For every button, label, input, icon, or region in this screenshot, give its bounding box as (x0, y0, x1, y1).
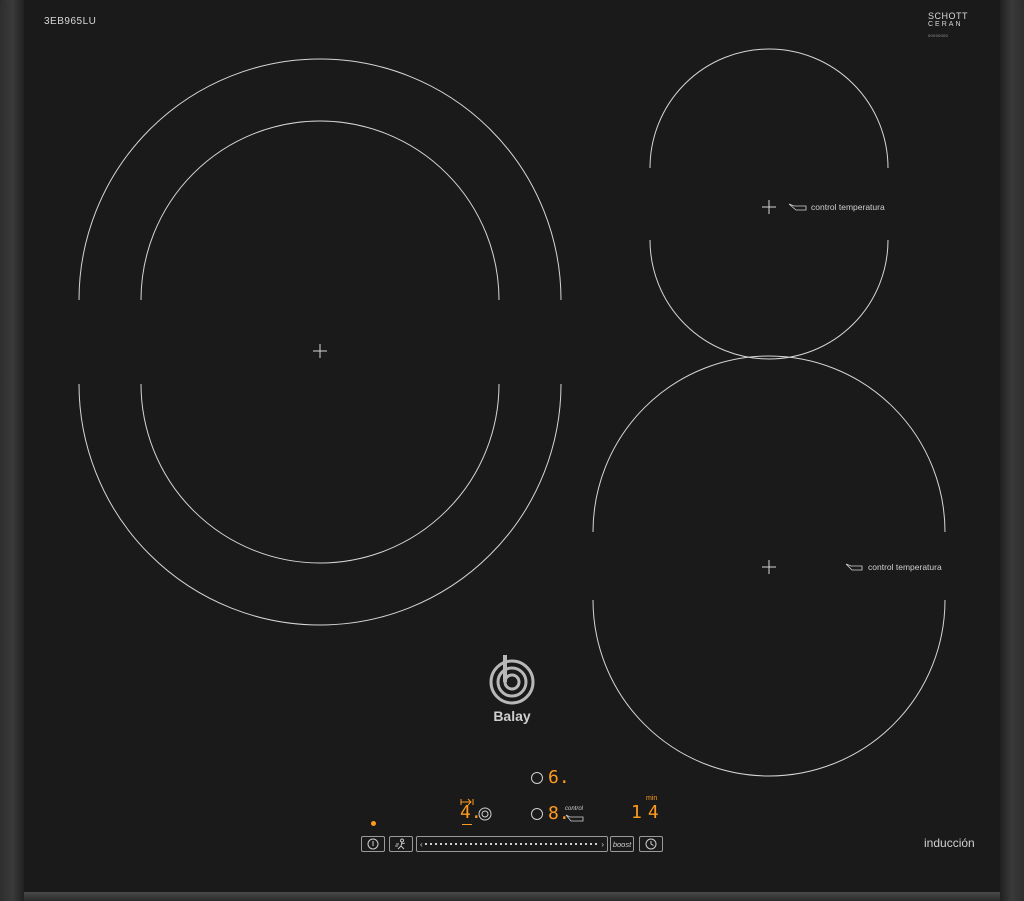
zone-left-inner-arc-bottom (140, 383, 500, 564)
slider-start-chevron-icon: ‹ (420, 839, 423, 849)
power-indicator-led (371, 821, 376, 826)
zone-left-underline (462, 824, 472, 825)
zone-top-level-display: 6. (548, 767, 570, 788)
power-level-slider[interactable]: ‹ › (416, 836, 608, 852)
slider-ticks: ‹ › (420, 837, 604, 851)
boost-button[interactable]: boost (610, 836, 634, 852)
brand-name: Balay (493, 708, 531, 724)
zone-left-outer-arc-top (78, 58, 562, 301)
zone-left-inner-arc-top (140, 120, 500, 301)
zone-bottom-right-label: control temperatura (868, 562, 942, 572)
zone-left-outer-arc-bottom (78, 383, 562, 626)
power-icon (367, 838, 379, 850)
power-button[interactable] (361, 836, 385, 852)
zone-top-right-center-cross (762, 200, 776, 214)
child-lock-icon (395, 838, 406, 850)
clock-icon (645, 838, 657, 850)
zone-bottom-right-center-cross (762, 560, 776, 574)
balay-logo-icon (489, 655, 535, 705)
cooking-zones (78, 48, 946, 777)
zone-select-top-icon[interactable] (531, 772, 543, 784)
zone-left-double-ring-icon[interactable] (478, 807, 492, 821)
zone-select-center-icon[interactable] (531, 808, 543, 820)
timer-button[interactable] (639, 836, 663, 852)
pan-icon (565, 814, 584, 822)
zone-left-center-cross (313, 344, 327, 358)
slider-end-chevron-icon: › (601, 839, 604, 849)
timer-display: 14 (631, 802, 665, 823)
slider-tick-marks (424, 843, 600, 845)
pan-icon (788, 203, 807, 211)
zone-center-control-tag: control (565, 806, 584, 812)
zone-top-right-label: control temperatura (811, 202, 885, 212)
child-lock-button[interactable] (389, 836, 413, 852)
timer-unit-label: min (646, 795, 658, 802)
induction-label: inducción (924, 836, 975, 850)
pan-icon (845, 563, 863, 571)
zone-left-large[interactable] (78, 58, 562, 626)
